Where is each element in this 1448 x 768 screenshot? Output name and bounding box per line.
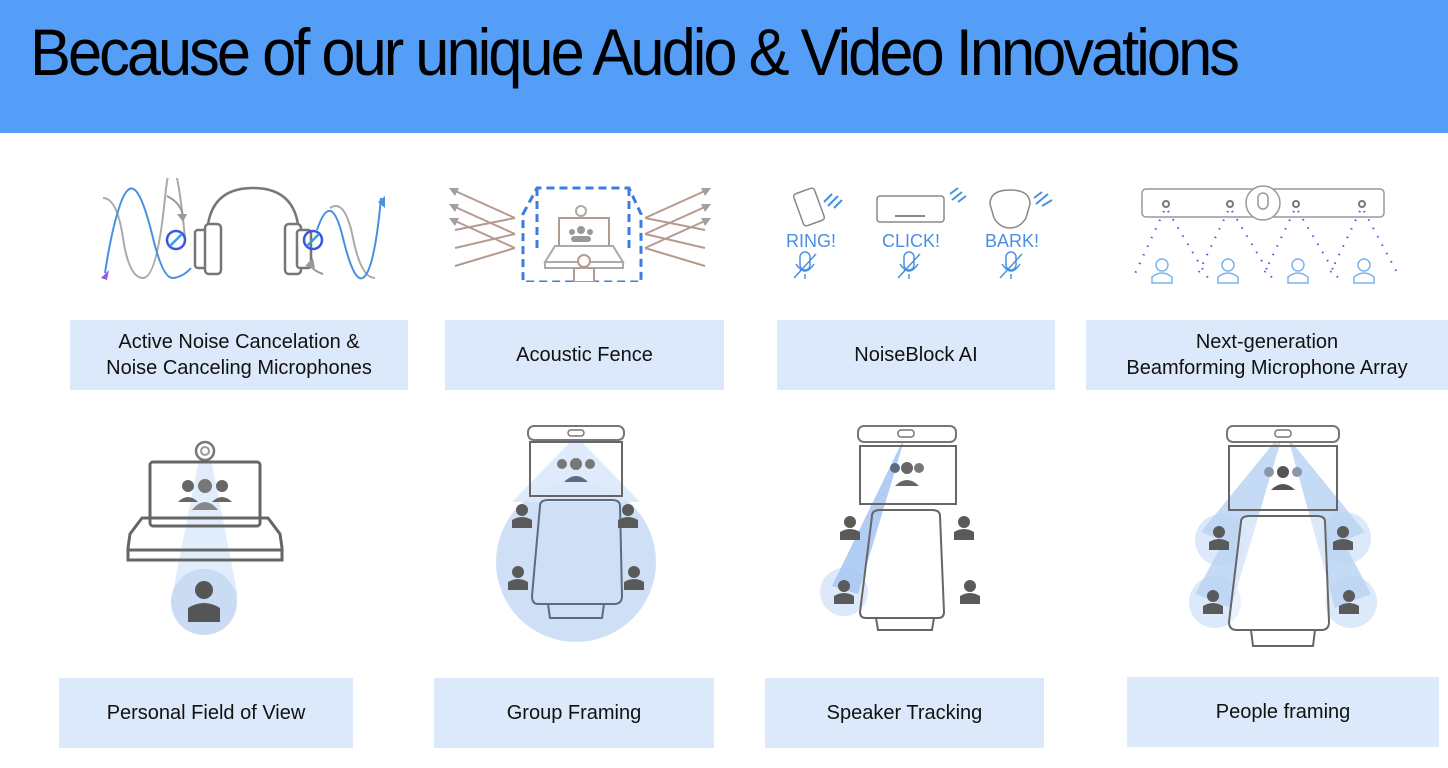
label-line: People framing: [1215, 701, 1351, 723]
label-line: Active Noise Cancelation &: [118, 331, 360, 353]
feature-label-group-framing: Group Framing: [434, 678, 714, 748]
title-banner: Because of our unique Audio & Video Inno…: [0, 0, 1448, 133]
headphones-noise-cancel-icon: [101, 178, 385, 280]
feature-label-personal-fov: Personal Field of View: [59, 678, 353, 748]
speaker-tracking-icon: [820, 425, 980, 631]
feature-label-beamforming: Next-generation Beamforming Microphone Ar…: [1086, 320, 1448, 390]
sound-word-click: CLICK!: [882, 231, 941, 251]
sound-word-bark: BARK!: [985, 231, 1040, 251]
label-line: NoiseBlock AI: [854, 344, 978, 366]
people-framing-icon: [1189, 425, 1377, 647]
keyboard-icon: [876, 195, 945, 223]
sound-word-ring: RING!: [786, 231, 837, 251]
group-framing-icon: [496, 425, 656, 642]
acoustic-fence-icon: [449, 186, 711, 282]
label-line: Beamforming Microphone Array: [1126, 357, 1408, 379]
personal-field-of-view-icon: [126, 440, 284, 635]
label-line: Acoustic Fence: [516, 344, 653, 366]
label-line: Speaker Tracking: [826, 702, 983, 724]
beamforming-mic-array-icon: [1132, 185, 1401, 284]
label-line: Group Framing: [506, 702, 642, 724]
feature-label-noiseblock: NoiseBlock AI: [777, 320, 1055, 390]
feature-label-acoustic-fence: Acoustic Fence: [445, 320, 724, 390]
label-line: Noise Canceling Microphones: [106, 357, 372, 379]
feature-label-speaker-tracking: Speaker Tracking: [765, 678, 1044, 748]
feature-label-people-framing: People framing: [1127, 677, 1439, 747]
dog-icon: [989, 189, 1031, 229]
phone-icon: [792, 187, 826, 227]
noiseblock-icon: RING! CLICK! BARK!: [780, 182, 1060, 287]
label-line: Next-generation: [1195, 331, 1339, 353]
feature-label-anc: Active Noise Cancelation & Noise Cancelin…: [70, 320, 408, 390]
page-title: Because of our unique Audio & Video Inno…: [30, 15, 1240, 89]
label-line: Personal Field of View: [106, 702, 306, 724]
